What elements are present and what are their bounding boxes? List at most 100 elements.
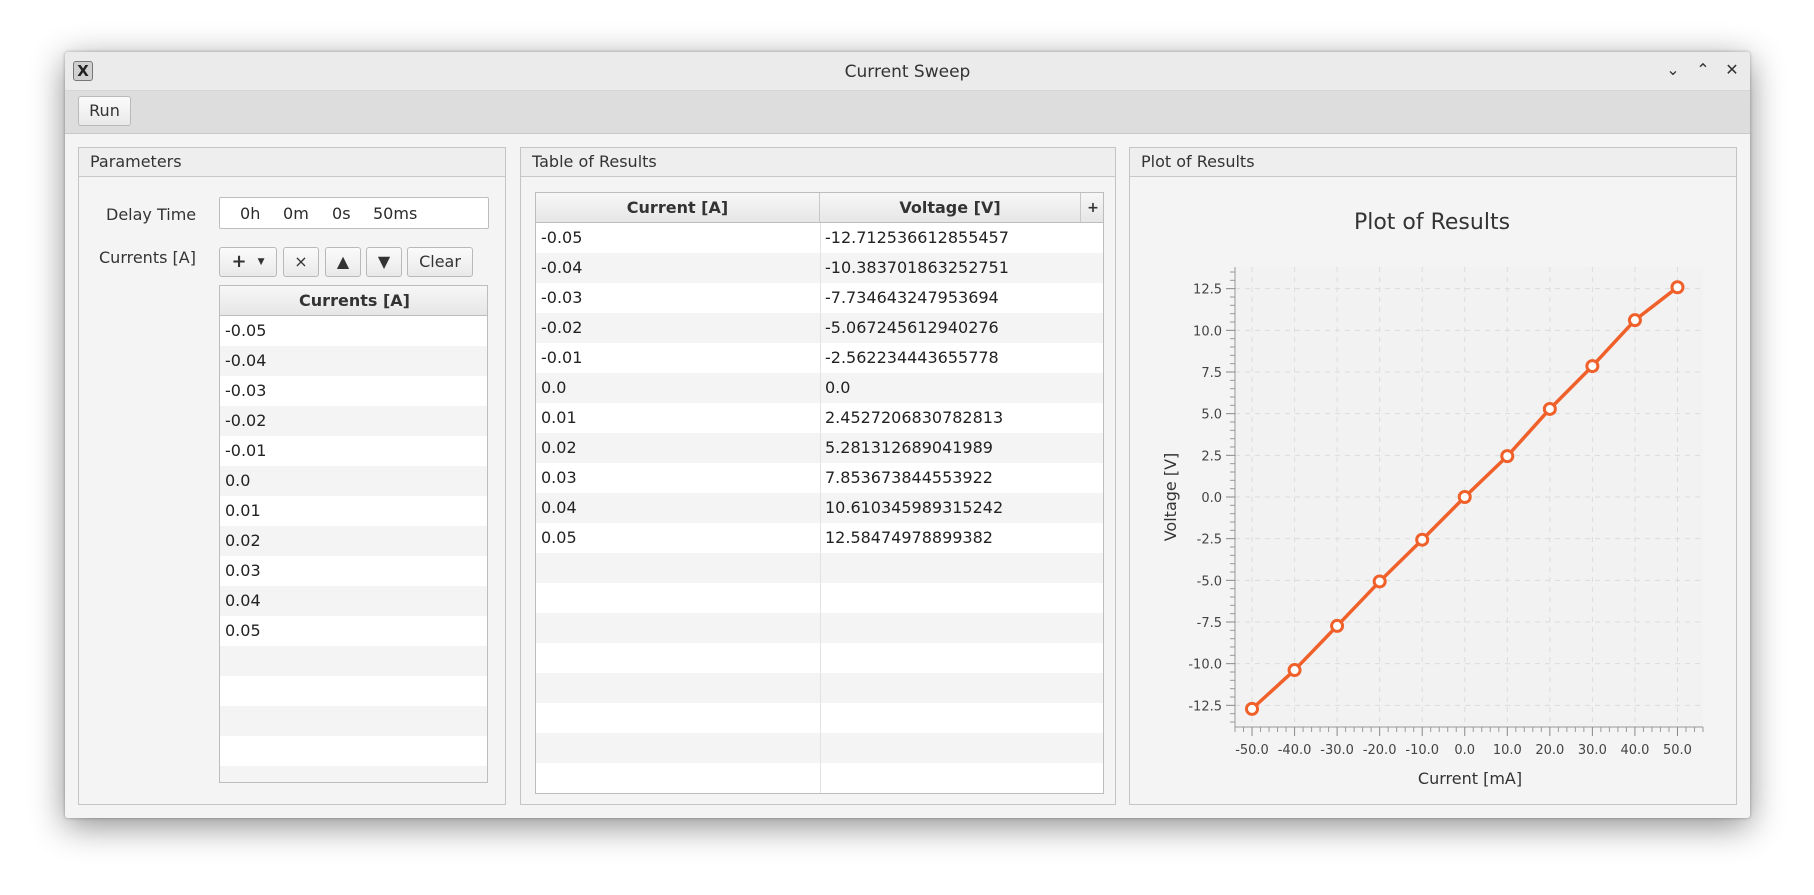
table-row[interactable]: 0.05 (220, 616, 487, 646)
table-row[interactable]: 0.0 (220, 466, 487, 496)
move-up-button[interactable]: ▲ (325, 247, 361, 277)
voltage-cell[interactable]: -12.712536612855457 (820, 223, 1081, 253)
data-point[interactable] (1542, 401, 1557, 416)
run-button[interactable]: Run (78, 96, 131, 126)
minimize-icon[interactable]: ⌄ (1661, 58, 1685, 82)
table-row[interactable] (220, 676, 487, 706)
x-tick-label: 20.0 (1535, 743, 1564, 758)
results-table-header: Table of Results (521, 148, 1115, 177)
voltage-column-header[interactable]: Voltage [V] (820, 193, 1081, 223)
add-dropdown-button[interactable]: + ▼ (219, 247, 277, 277)
delay-minutes[interactable]: 0m (283, 204, 309, 223)
current-cell[interactable]: -0.04 (536, 253, 820, 283)
x-tick-label: -40.0 (1278, 743, 1312, 758)
add-column-icon[interactable]: + (1081, 193, 1103, 223)
current-cell[interactable]: 0.03 (536, 463, 820, 493)
voltage-cell[interactable]: 2.4527206830782813 (820, 403, 1081, 433)
table-row[interactable] (220, 706, 487, 736)
move-down-button[interactable]: ▼ (366, 247, 402, 277)
current-cell[interactable]: 0.05 (536, 523, 820, 553)
table-row[interactable]: -0.04 (220, 346, 487, 376)
delay-time-field[interactable]: 0h 0m 0s 50ms (219, 197, 489, 229)
current-cell[interactable]: -0.02 (536, 313, 820, 343)
clear-button[interactable]: Clear (407, 247, 473, 277)
current-column-header[interactable]: Current [A] (536, 193, 820, 223)
title-bar: X Current Sweep ⌄ ⌃ ✕ (65, 52, 1750, 91)
current-cell[interactable]: 0.0 (536, 373, 820, 403)
voltage-cell[interactable]: -7.734643247953694 (820, 283, 1081, 313)
current-cell[interactable]: -0.01 (536, 343, 820, 373)
y-tick-label: 7.5 (1201, 366, 1222, 381)
plot-panel: Plot of Results Plot of Results -50.0 -40… (1129, 147, 1737, 805)
x-tick-label: -50.0 (1235, 743, 1269, 758)
y-tick-label: 12.5 (1193, 283, 1222, 298)
voltage-cell[interactable]: -2.562234443655778 (820, 343, 1081, 373)
results-table[interactable]: Current [A] Voltage [V] + -0.05 -12.71253… (535, 192, 1104, 794)
current-cell[interactable]: -0.03 (536, 283, 820, 313)
table-row[interactable]: -0.05 (220, 316, 487, 346)
parameters-panel: Parameters Delay Time 0h 0m 0s 50ms Curr… (78, 147, 506, 805)
current-value-cell[interactable]: -0.02 (220, 406, 487, 436)
arrow-up-icon: ▲ (336, 252, 350, 271)
delay-seconds[interactable]: 0s (332, 204, 351, 223)
x-tick-label: -30.0 (1320, 743, 1354, 758)
data-point[interactable] (1415, 532, 1430, 547)
remove-button[interactable]: × (283, 247, 319, 277)
data-point[interactable] (1245, 701, 1260, 716)
current-value-cell[interactable]: 0.03 (220, 556, 487, 586)
table-row[interactable]: -0.02 (220, 406, 487, 436)
results-chart: Plot of Results -50.0 -40.0 -30.0 -20.0 -10.… (1161, 210, 1704, 788)
current-cell[interactable]: 0.02 (536, 433, 820, 463)
voltage-cell[interactable]: 7.853673844553922 (820, 463, 1081, 493)
maximize-icon[interactable]: ⌃ (1691, 58, 1715, 82)
data-point[interactable] (1372, 574, 1387, 589)
delay-hours[interactable]: 0h (240, 204, 260, 223)
table-row[interactable]: 0.01 (220, 496, 487, 526)
y-tick-label: -2.5 (1197, 533, 1222, 548)
y-tick-label: -5.0 (1197, 574, 1222, 589)
current-cell[interactable]: 0.01 (536, 403, 820, 433)
current-value-cell[interactable]: 0.0 (220, 466, 487, 496)
table-row[interactable] (220, 646, 487, 676)
voltage-cell[interactable]: 0.0 (820, 373, 1081, 403)
current-value-cell[interactable]: 0.01 (220, 496, 487, 526)
current-cell[interactable]: -0.05 (536, 223, 820, 253)
data-point[interactable] (1287, 663, 1302, 678)
voltage-cell[interactable]: 10.610345989315242 (820, 493, 1081, 523)
table-row[interactable] (220, 766, 487, 782)
current-value-cell[interactable]: 0.02 (220, 526, 487, 556)
x-tick-label: -20.0 (1363, 743, 1397, 758)
data-point[interactable] (1500, 449, 1515, 464)
currents-table[interactable]: Currents [A] -0.05 -0.04 -0.03 -0.02 -0.01 0.… (219, 285, 488, 783)
table-row[interactable]: -0.03 (220, 376, 487, 406)
current-value-cell[interactable]: -0.04 (220, 346, 487, 376)
table-row[interactable]: 0.03 (220, 556, 487, 586)
table-row[interactable] (220, 736, 487, 766)
chevron-down-icon: ▼ (257, 257, 265, 267)
delay-milliseconds[interactable]: 50ms (373, 204, 417, 223)
current-cell[interactable]: 0.04 (536, 493, 820, 523)
voltage-cell[interactable]: -10.383701863252751 (820, 253, 1081, 283)
table-row[interactable]: 0.04 (220, 586, 487, 616)
current-value-cell[interactable]: 0.04 (220, 586, 487, 616)
voltage-cell[interactable]: -5.067245612940276 (820, 313, 1081, 343)
current-value-cell[interactable]: 0.05 (220, 616, 487, 646)
data-point[interactable] (1330, 618, 1345, 633)
data-point[interactable] (1585, 359, 1600, 374)
data-point[interactable] (1457, 490, 1472, 504)
close-icon[interactable]: ✕ (1720, 58, 1744, 82)
current-value-cell[interactable]: -0.05 (220, 316, 487, 346)
table-row[interactable]: 0.02 (220, 526, 487, 556)
y-tick-label: -12.5 (1188, 699, 1222, 714)
voltage-cell[interactable]: 12.58474978899382 (820, 523, 1081, 553)
current-value-cell[interactable]: -0.03 (220, 376, 487, 406)
table-row[interactable]: -0.01 (220, 436, 487, 466)
currents-column-header[interactable]: Currents [A] (220, 286, 487, 316)
data-point[interactable] (1670, 280, 1685, 295)
window-title: Current Sweep (844, 62, 971, 82)
toolbar: Run (65, 91, 1750, 134)
y-tick-label: 0.0 (1201, 491, 1222, 506)
voltage-cell[interactable]: 5.281312689041989 (820, 433, 1081, 463)
current-value-cell[interactable]: -0.01 (220, 436, 487, 466)
data-point[interactable] (1627, 313, 1642, 328)
